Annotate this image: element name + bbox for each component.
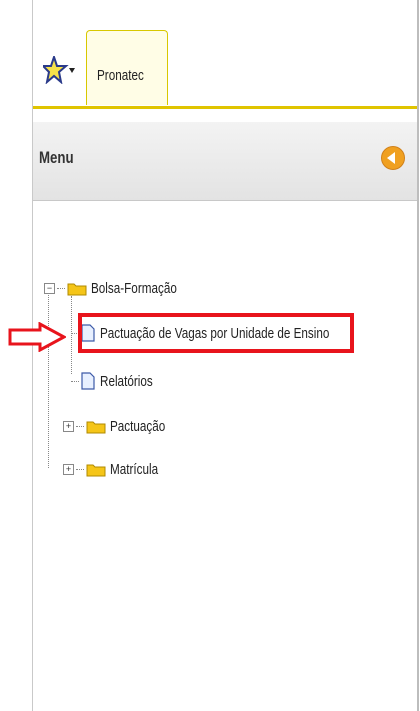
tab-bar: Pronatec [33,0,417,109]
tree-node-bolsa-formacao[interactable]: − Bolsa-Formação [44,274,201,302]
tab-label: Pronatec [97,67,144,84]
star-icon [43,56,69,84]
arrow-right-icon [8,322,66,352]
tree-node-label: Matrícula [110,460,159,478]
menu-header: Menu [33,122,417,201]
tree-connector [76,425,84,427]
tree-node-pactuacao[interactable]: + Pactuação [63,412,181,440]
expand-node-icon[interactable]: + [63,420,74,432]
collapse-node-icon[interactable]: − [44,282,55,294]
expand-node-icon[interactable]: + [63,463,74,475]
tree-node-matricula[interactable]: + Matrícula [63,455,172,483]
tree-connector [71,380,79,382]
document-icon [81,372,95,390]
favorites-star-dropdown[interactable] [43,56,77,84]
chevron-down-icon [69,68,75,73]
tree-node-label: Pactuação [110,417,166,435]
tree-connector [57,287,65,289]
folder-icon [86,464,106,476]
menu-title: Menu [39,148,74,167]
tree-node-label: Relatórios [100,372,153,390]
folder-icon [67,283,87,295]
tree-line [48,292,49,468]
collapse-panel-icon[interactable] [381,146,405,170]
folder-icon [86,421,106,433]
highlight-box [78,313,354,353]
tree-connector [76,468,84,470]
tab-pronatec[interactable]: Pronatec [86,30,168,105]
tree-node-relatorios[interactable]: Relatórios [71,367,168,395]
tree-node-label: Bolsa-Formação [91,279,177,297]
app-frame: Pronatec Menu [32,0,419,711]
